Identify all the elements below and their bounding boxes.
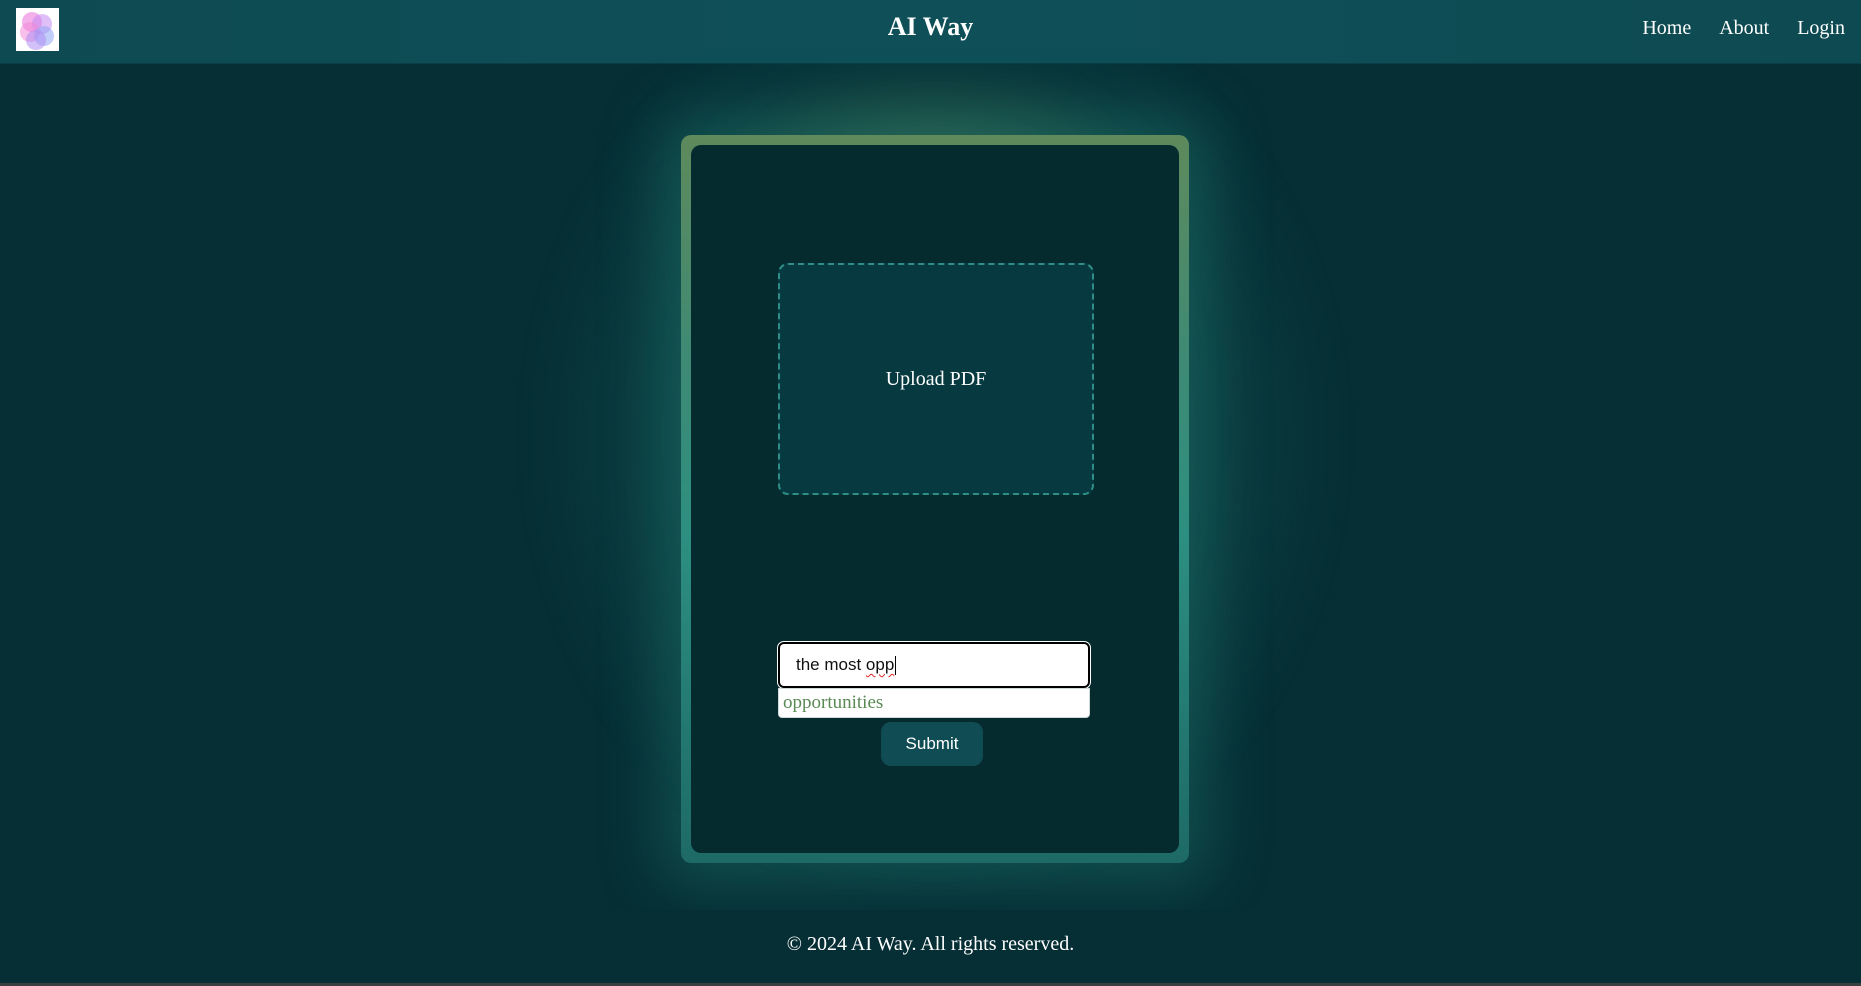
- navbar: AI Way Home About Login: [0, 0, 1861, 64]
- footer-copyright: © 2024 AI Way. All rights reserved.: [786, 933, 1075, 955]
- page: AI Way Home About Login Upload PDF the m…: [0, 0, 1861, 986]
- nav-link-home[interactable]: Home: [1642, 17, 1691, 40]
- text-caret: [895, 655, 897, 675]
- submit-button[interactable]: Submit: [881, 722, 983, 766]
- upload-pdf-label: Upload PDF: [885, 367, 987, 390]
- query-input-value: the most opp: [796, 655, 894, 675]
- query-input[interactable]: the most opp: [777, 641, 1091, 689]
- nav-links: Home About Login: [1614, 17, 1845, 40]
- query-text-misspelled: opp: [865, 655, 895, 674]
- autocomplete-suggestion[interactable]: opportunities: [778, 688, 1090, 718]
- query-text-prefix: the most: [796, 655, 866, 674]
- site-title: AI Way: [887, 12, 974, 41]
- upload-pdf-dropzone[interactable]: Upload PDF: [778, 263, 1094, 495]
- nav-link-about[interactable]: About: [1719, 17, 1769, 40]
- nav-link-login[interactable]: Login: [1797, 17, 1845, 40]
